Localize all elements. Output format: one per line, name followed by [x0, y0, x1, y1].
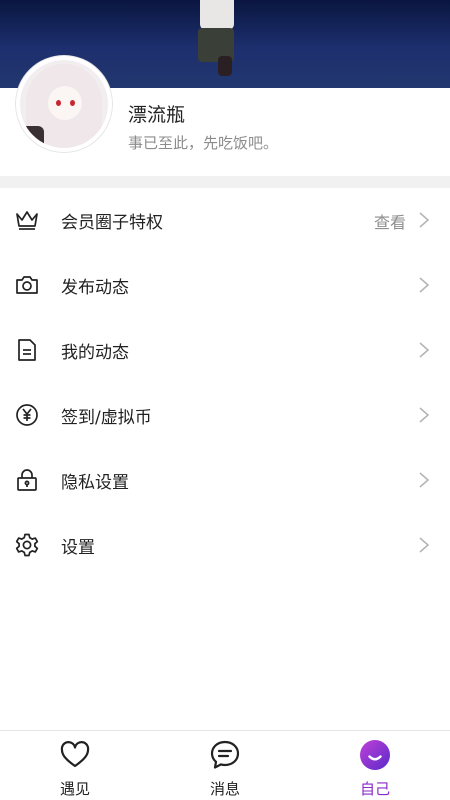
menu-item-post-moment[interactable]: 发布动态 [0, 253, 450, 318]
menu-item-label: 隐私设置 [61, 473, 129, 493]
menu-item-label: 会员圈子特权 [61, 213, 163, 233]
menu-item-privacy[interactable]: 隐私设置 [0, 448, 450, 513]
tab-label: 遇见 [59, 780, 90, 798]
settings-menu: 会员圈子特权 查看 发布动态 我的动态 签到/虚拟币 隐私设置 设置 [0, 188, 450, 578]
crown-icon [14, 207, 40, 233]
chat-bubble-icon [209, 739, 241, 771]
tab-label: 自己 [359, 780, 390, 798]
tab-me[interactable]: 自己 [300, 731, 450, 800]
tab-meet[interactable]: 遇见 [0, 731, 150, 800]
chevron-right-icon [418, 341, 430, 359]
menu-item-label: 签到/虚拟币 [61, 408, 152, 428]
bottom-tab-bar: 遇见 消息 自己 [0, 730, 450, 800]
camera-icon [14, 272, 40, 298]
chevron-right-icon [418, 276, 430, 294]
section-divider [0, 176, 450, 188]
heart-icon [59, 739, 91, 771]
menu-item-membership[interactable]: 会员圈子特权 查看 [0, 188, 450, 253]
lock-icon [14, 467, 40, 493]
document-icon [14, 337, 40, 363]
chevron-right-icon [418, 536, 430, 554]
smile-face-icon [359, 739, 391, 771]
avatar[interactable] [16, 56, 112, 152]
chevron-right-icon [418, 471, 430, 489]
gear-icon [14, 532, 40, 558]
view-link[interactable]: 查看 [374, 209, 406, 233]
menu-item-checkin-coins[interactable]: 签到/虚拟币 [0, 383, 450, 448]
tab-label: 消息 [209, 780, 240, 798]
cover-photo-figure [196, 0, 240, 88]
menu-item-label: 我的动态 [61, 343, 129, 363]
profile-name: 漂流瓶 [128, 104, 186, 126]
chevron-right-icon [418, 211, 430, 229]
chevron-right-icon [418, 406, 430, 424]
yen-coin-icon [14, 402, 40, 428]
profile-bio: 事已至此，先吃饭吧。 [128, 134, 279, 152]
menu-item-settings[interactable]: 设置 [0, 513, 450, 578]
tab-messages[interactable]: 消息 [150, 731, 300, 800]
menu-item-my-moments[interactable]: 我的动态 [0, 318, 450, 383]
menu-item-label: 设置 [61, 538, 95, 558]
menu-item-label: 发布动态 [61, 278, 129, 298]
